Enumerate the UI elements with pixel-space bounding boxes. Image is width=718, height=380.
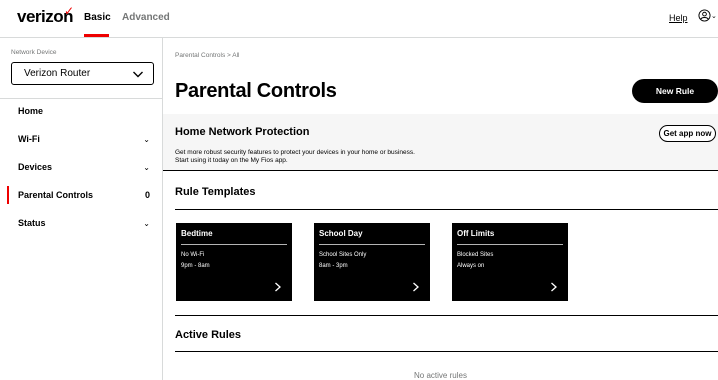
template-card-bedtime[interactable]: Bedtime No Wi-Fi 9pm - 8am bbox=[176, 223, 292, 301]
active-rules-title: Active Rules bbox=[175, 329, 242, 341]
help-link[interactable]: Help bbox=[669, 13, 688, 23]
chevron-right-icon bbox=[275, 282, 281, 292]
sidebar-item-label: Home bbox=[18, 106, 44, 116]
sidebar-item-devices[interactable]: Devices ⌄ bbox=[0, 154, 162, 182]
template-detail: No Wi-Fi bbox=[181, 252, 205, 258]
template-detail: School Sites Only bbox=[319, 252, 367, 258]
sidebar: Network Device Verizon Router Home Wi-Fi… bbox=[0, 38, 163, 380]
user-menu-chevron-icon[interactable]: ⌄ bbox=[711, 12, 717, 20]
tab-basic[interactable]: Basic bbox=[84, 12, 111, 23]
protection-text-line: Start using it today on the My Fios app. bbox=[175, 157, 288, 164]
template-divider bbox=[181, 244, 287, 245]
template-divider bbox=[457, 244, 563, 245]
active-item-indicator bbox=[7, 186, 9, 204]
get-app-now-button[interactable]: Get app now bbox=[659, 125, 716, 142]
section-divider bbox=[175, 351, 718, 352]
sidebar-item-parental-controls[interactable]: Parental Controls 0 bbox=[0, 182, 162, 210]
sidebar-item-label: Wi-Fi bbox=[18, 134, 40, 144]
sidebar-item-home[interactable]: Home bbox=[0, 98, 162, 126]
template-title: School Day bbox=[319, 229, 363, 238]
network-device-value: Verizon Router bbox=[24, 68, 91, 79]
sidebar-item-label: Devices bbox=[18, 162, 53, 172]
protection-description: Get more robust security features to pro… bbox=[175, 149, 595, 165]
protection-title: Home Network Protection bbox=[175, 126, 310, 138]
logo-check-icon: ✓ bbox=[64, 4, 75, 18]
template-card-school-day[interactable]: School Day School Sites Only 8am - 3pm bbox=[314, 223, 430, 301]
chevron-down-icon bbox=[133, 71, 143, 78]
section-divider bbox=[175, 209, 718, 210]
template-card-off-limits[interactable]: Off Limits Blocked Sites Always on bbox=[452, 223, 568, 301]
template-title: Off Limits bbox=[457, 229, 495, 238]
network-device-label: Network Device bbox=[11, 49, 57, 56]
rule-templates-title: Rule Templates bbox=[175, 186, 256, 198]
protection-text-line: Get more robust security features to pro… bbox=[175, 149, 415, 156]
chevron-down-icon: ⌄ bbox=[143, 219, 150, 228]
template-divider bbox=[319, 244, 425, 245]
chevron-down-icon: ⌄ bbox=[143, 163, 150, 172]
template-detail: 8am - 3pm bbox=[319, 263, 348, 269]
rule-count-badge: 0 bbox=[144, 190, 150, 200]
new-rule-button[interactable]: New Rule bbox=[632, 79, 718, 103]
template-detail: Always on bbox=[457, 263, 485, 269]
template-detail: Blocked Sites bbox=[457, 252, 494, 258]
sidebar-item-label: Parental Controls bbox=[18, 190, 94, 200]
sidebar-item-label: Status bbox=[18, 218, 46, 228]
chevron-right-icon bbox=[551, 282, 557, 292]
network-device-select[interactable]: Verizon Router bbox=[11, 62, 154, 85]
main-content: Parental Controls > All Parental Control… bbox=[163, 38, 718, 380]
user-circle-icon[interactable] bbox=[698, 9, 711, 22]
template-title: Bedtime bbox=[181, 229, 213, 238]
sidebar-item-wifi[interactable]: Wi-Fi ⌄ bbox=[0, 126, 162, 154]
tab-advanced[interactable]: Advanced bbox=[122, 12, 170, 23]
section-divider bbox=[175, 315, 718, 316]
home-network-protection-banner: Home Network Protection Get app now Get … bbox=[163, 114, 718, 171]
active-tab-indicator bbox=[84, 34, 109, 37]
breadcrumb: Parental Controls > All bbox=[175, 52, 240, 59]
chevron-right-icon bbox=[413, 282, 419, 292]
chevron-down-icon: ⌄ bbox=[143, 135, 150, 144]
top-bar: verizon ✓ Basic Advanced Help ⌄ bbox=[0, 0, 718, 38]
page-title: Parental Controls bbox=[175, 80, 337, 102]
no-active-rules-text: No active rules bbox=[414, 371, 467, 380]
sidebar-item-status[interactable]: Status ⌄ bbox=[0, 210, 162, 238]
template-detail: 9pm - 8am bbox=[181, 263, 210, 269]
